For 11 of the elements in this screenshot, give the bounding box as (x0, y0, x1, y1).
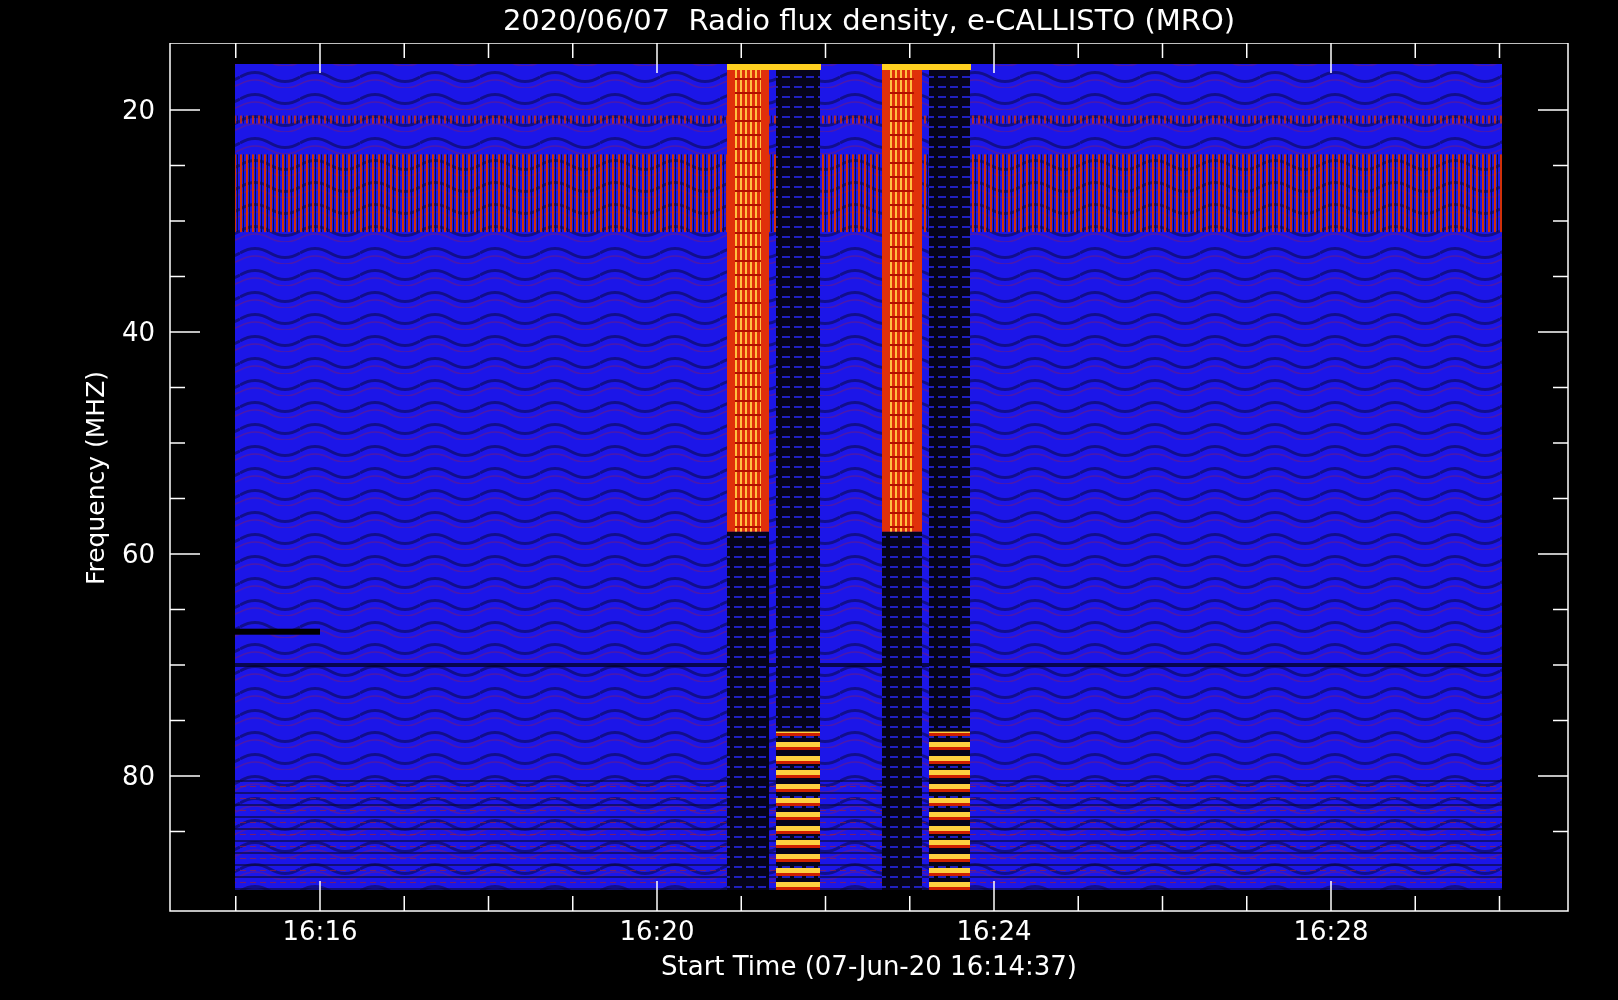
x-tick-label: 16:16 (282, 916, 358, 946)
chart-title: 2020/06/07 Radio flux density, e-CALLISTO (MRO) (502, 2, 1236, 39)
y-axis-label: Frequency (MHZ) (81, 370, 110, 586)
x-tick-label: 16:20 (619, 916, 695, 946)
y-tick-label: 60 (121, 539, 155, 569)
x-tick-label: 16:24 (956, 916, 1032, 946)
x-tick-label: 16:28 (1293, 916, 1369, 946)
x-axis-label: Start Time (07-Jun-20 16:14:37) (661, 951, 1077, 981)
y-tick-label: 80 (121, 761, 155, 791)
y-tick-label: 20 (121, 95, 155, 125)
y-tick-label: 40 (121, 317, 155, 347)
